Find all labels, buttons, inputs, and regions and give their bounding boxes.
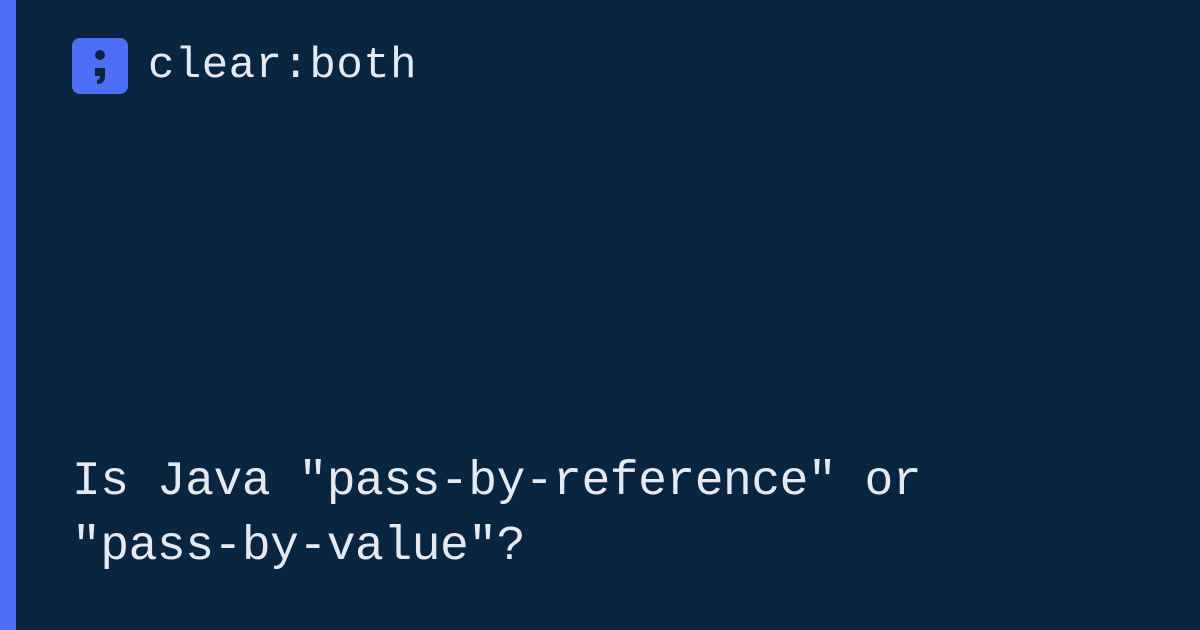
header: clear:both: [72, 38, 1140, 94]
page-title: Is Java "pass-by-reference" or "pass-by-…: [72, 450, 1092, 580]
brand-name: clear:both: [148, 41, 417, 91]
logo-box: [72, 38, 128, 94]
content-area: clear:both Is Java "pass-by-reference" o…: [16, 0, 1200, 630]
accent-bar: [0, 0, 16, 630]
semicolon-icon: [85, 46, 115, 86]
spacer: [72, 94, 1140, 450]
